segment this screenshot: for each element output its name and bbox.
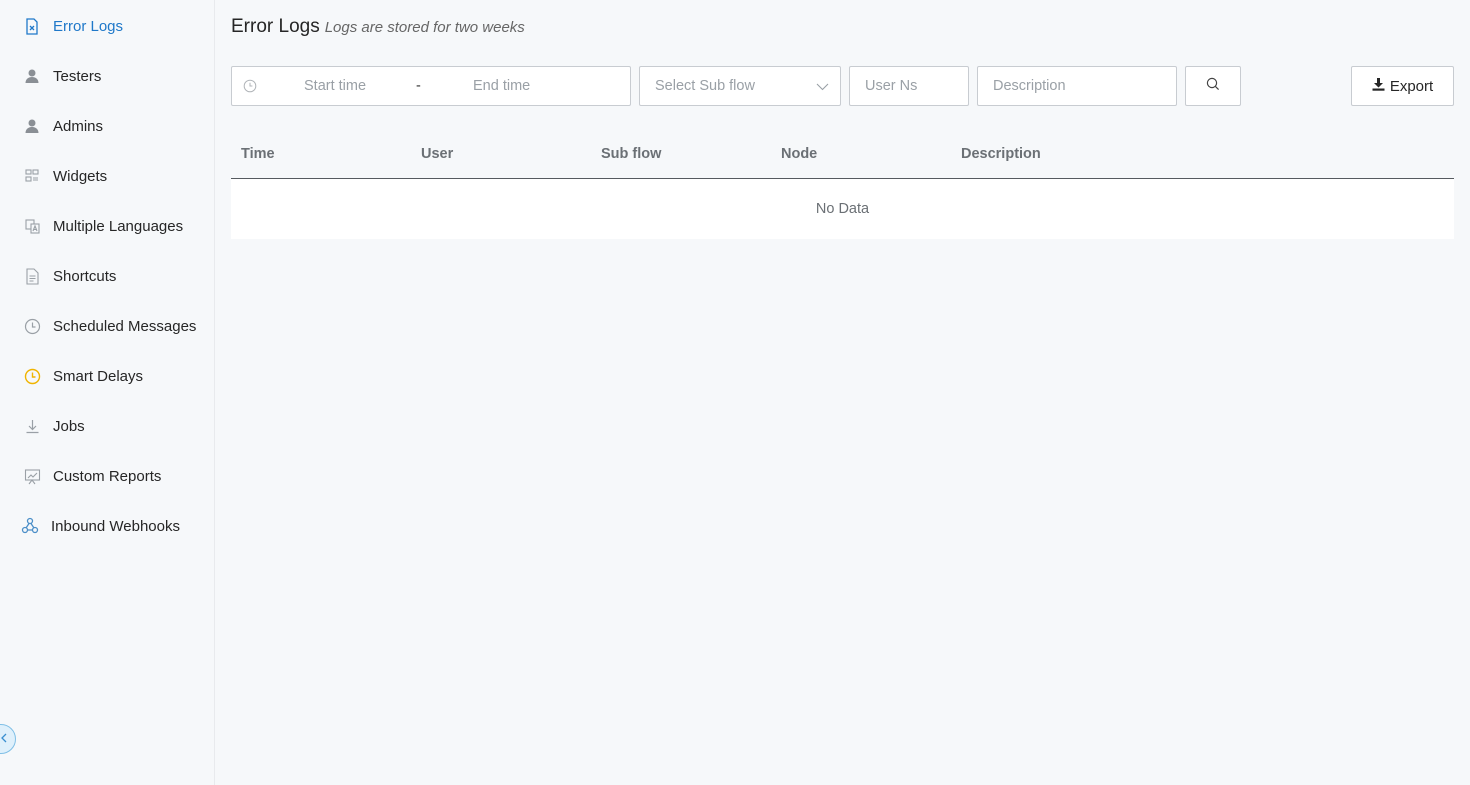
webhook-icon [21,517,39,535]
sidebar-collapse-button[interactable] [0,724,16,754]
sidebar-nav: Error Logs Testers Admins Widgets Multip… [0,0,214,551]
search-icon [1206,77,1220,95]
sidebar-item-label: Multiple Languages [53,217,184,235]
chevron-down-icon [816,79,829,95]
subflow-select-placeholder: Select Sub flow [655,78,755,94]
error-file-icon [23,17,41,35]
translate-icon [23,217,41,235]
sidebar-item-multiple-languages[interactable]: Multiple Languages [0,201,214,251]
page-subtitle: Logs are stored for two weeks [324,19,525,36]
range-separator: - [416,78,421,94]
search-button[interactable] [1185,66,1241,106]
app: Error Logs Testers Admins Widgets Multip… [0,0,1470,785]
sidebar-item-custom-reports[interactable]: Custom Reports [0,451,214,501]
sidebar-item-label: Admins [53,117,104,135]
export-button-label: Export [1389,77,1434,95]
chevron-left-icon [1,730,7,748]
widget-icon [23,167,41,185]
description-field [977,66,1177,106]
column-header-user[interactable]: User [411,146,591,162]
sidebar-item-label: Error Logs [53,17,124,35]
filter-toolbar: Start time - End time Select Sub flow Us… [231,66,1454,106]
sidebar-item-error-logs[interactable]: Error Logs [0,1,214,51]
sidebar-item-admins[interactable]: Admins [0,101,214,151]
end-time-input[interactable]: End time [473,78,530,94]
sidebar-item-label: Inbound Webhooks [51,517,180,535]
page-header: Error Logs Logs are stored for two weeks [231,16,1454,44]
sidebar-item-testers[interactable]: Testers [0,51,214,101]
table-header: Time User Sub flow Node Description [231,130,1454,179]
person-icon [23,117,41,135]
user-ns-field [849,66,969,106]
clock-yellow-icon [23,367,41,385]
sidebar-item-jobs[interactable]: Jobs [0,401,214,451]
user-ns-input[interactable] [865,78,968,94]
person-icon [23,67,41,85]
sidebar-item-widgets[interactable]: Widgets [0,151,214,201]
report-board-icon [23,467,41,485]
sidebar-item-label: Shortcuts [53,267,117,285]
sidebar-item-label: Custom Reports [53,467,162,485]
sidebar-item-label: Widgets [53,167,108,185]
description-input[interactable] [993,78,1176,94]
clock-icon [23,317,41,335]
sidebar: Error Logs Testers Admins Widgets Multip… [0,0,215,785]
column-header-subflow[interactable]: Sub flow [591,146,771,162]
sidebar-item-inbound-webhooks[interactable]: Inbound Webhooks [0,501,214,551]
subflow-select[interactable]: Select Sub flow [639,66,841,106]
clock-icon [243,79,257,97]
start-time-input[interactable]: Start time [304,78,366,94]
sidebar-item-scheduled-messages[interactable]: Scheduled Messages [0,301,214,351]
main-content: Error Logs Logs are stored for two weeks… [215,0,1470,785]
sidebar-item-label: Testers [53,67,102,85]
column-header-node[interactable]: Node [771,146,951,162]
download-icon [1372,77,1385,95]
page-title: Error Logs [231,16,320,37]
document-icon [23,267,41,285]
sidebar-item-label: Jobs [53,417,85,435]
error-logs-table: Time User Sub flow Node Description No D… [231,130,1454,239]
sidebar-item-label: Scheduled Messages [53,317,197,335]
column-header-description[interactable]: Description [951,146,1454,162]
export-button[interactable]: Export [1351,66,1454,106]
download-icon [23,417,41,435]
table-empty-state: No Data [231,179,1454,239]
sidebar-item-label: Smart Delays [53,367,144,385]
column-header-time[interactable]: Time [231,146,411,162]
sidebar-item-shortcuts[interactable]: Shortcuts [0,251,214,301]
sidebar-item-smart-delays[interactable]: Smart Delays [0,351,214,401]
date-range-picker[interactable]: Start time - End time [231,66,631,106]
